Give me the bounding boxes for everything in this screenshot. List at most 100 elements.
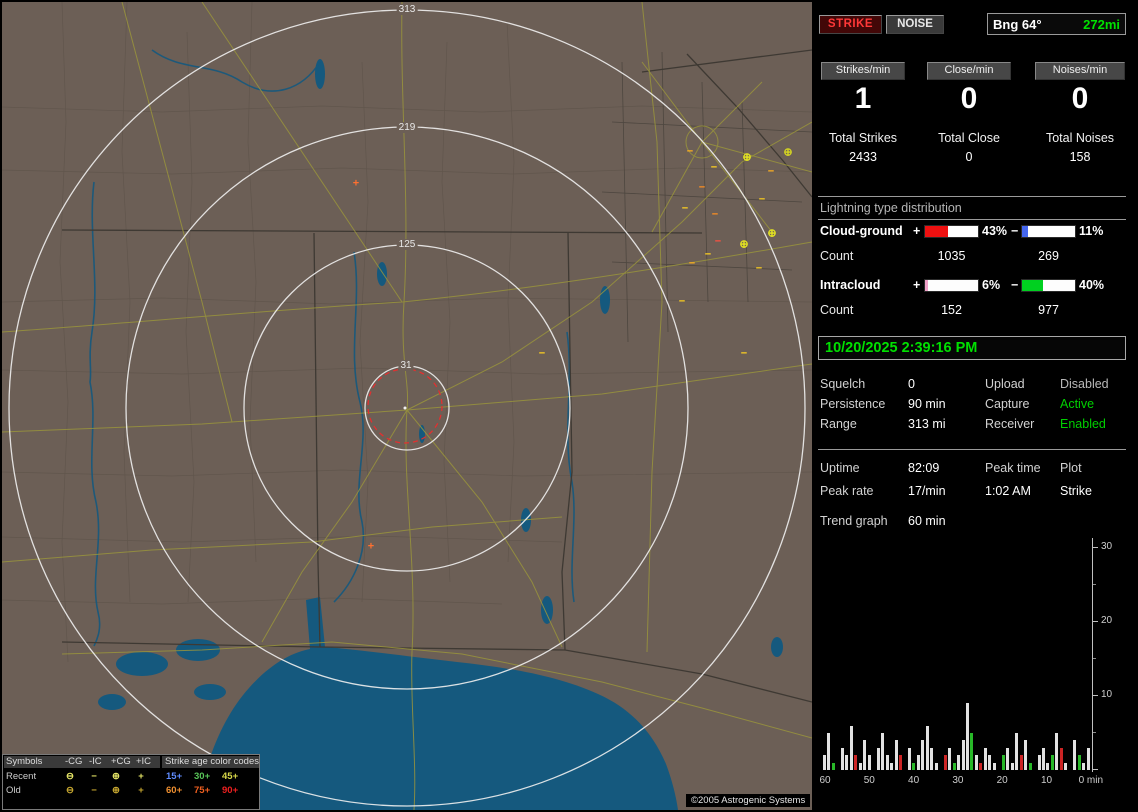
cg-plus-bar-fill [925,226,948,237]
noises-per-min-header[interactable]: Noises/min [1035,62,1125,80]
trend-bar [868,755,871,770]
trend-bar [966,703,969,770]
strike-symbol: − [768,167,774,178]
trend-bar [859,763,862,770]
neg-cg-recent-icon: ⊖ [63,771,77,783]
y-minor-tick [1093,732,1096,733]
x-tick-label: 20 [997,775,1008,786]
trend-bar [975,755,978,770]
trend-bar [886,755,889,770]
strike-symbol: − [756,264,762,275]
pos-ic-old-icon: + [134,785,148,797]
legend-old-label: Old [6,785,21,797]
trend-bar [845,755,848,770]
trend-bar [917,755,920,770]
total-close-label: Total Close [927,131,1011,145]
persistence-label: Persistence [820,397,885,411]
trend-bar [1051,755,1054,770]
trend-bar [944,755,947,770]
total-strikes-value: 2433 [821,150,905,164]
strike-symbol: − [711,163,717,174]
trend-bar [1024,740,1027,770]
cg-plus-pct: 43% [982,224,1007,238]
receiver-status: Enabled [1060,417,1106,431]
age-code-90: 90+ [222,785,238,797]
cg-plus-count: 1035 [924,249,979,263]
legend-recent-label: Recent [6,771,36,783]
trend-bar [926,726,929,770]
strike-symbol: − [699,183,705,194]
trend-bar [832,763,835,770]
trend-bar [881,733,884,770]
strike-symbol: − [712,210,718,221]
noise-mode-button[interactable]: NOISE [886,15,944,34]
legend-col-pos-ic: +IC [136,756,151,768]
y-minor-tick [1093,658,1096,659]
uptime-value: 82:09 [908,461,939,475]
strike-symbol: − [705,250,711,261]
strike-symbol: + [368,542,374,553]
distribution-title: Lightning type distribution [820,201,962,215]
close-per-min-header[interactable]: Close/min [927,62,1011,80]
trend-bar [1015,733,1018,770]
total-close-value: 0 [927,150,1011,164]
capture-label: Capture [985,397,1029,411]
x-tick-label: 30 [952,775,963,786]
trend-bar [1002,755,1005,770]
strike-symbol: ⊕ [767,229,776,240]
neg-ic-recent-icon: − [87,771,101,783]
trend-graph-label: Trend graph [820,514,888,528]
strikes-per-min-header[interactable]: Strikes/min [821,62,905,80]
trend-bar [1020,755,1023,770]
trend-bar [970,733,973,770]
trend-bar [921,740,924,770]
legend-age-header: Strike age color codes [165,756,259,768]
cg-minus-bar-fill [1022,226,1028,237]
trend-bar [877,748,880,770]
trend-bar [1073,740,1076,770]
ic-plus-bar [924,279,979,292]
upload-label: Upload [985,377,1025,391]
y-tick-10 [1093,695,1098,696]
peak-rate-value: 17/min [908,484,946,498]
trend-bar [895,740,898,770]
trend-bar [1078,755,1081,770]
trend-bar [953,763,956,770]
x-tick-label: 40 [908,775,919,786]
strike-symbol: − [741,349,747,360]
ic-minus-bar [1021,279,1076,292]
bearing-label: Bng 64° [993,17,1042,32]
y-tick-label-10: 10 [1101,689,1112,700]
x-tick-label: 60 [819,775,830,786]
pos-cg-recent-icon: ⊕ [109,771,123,783]
range-value: 313 mi [908,417,946,431]
trend-bar [1006,748,1009,770]
trend-bars [823,540,1092,770]
trend-bar [1011,763,1014,770]
x-tick-label: 0 min [1079,775,1103,786]
squelch-value: 0 [908,377,915,391]
bearing-distance: 272mi [1083,17,1120,32]
ic-minus-count: 977 [1021,303,1076,317]
sidebar: STRIKE NOISE Bng 64° 272mi Strikes/min C… [815,0,1138,812]
trend-bar [890,763,893,770]
neg-ic-old-icon: − [87,785,101,797]
y-tick-0 [1093,769,1098,770]
total-noises-label: Total Noises [1035,131,1125,145]
noises-per-min-value: 0 [1035,83,1125,115]
strike-map[interactable]: 313 219 125 31 ++−−⊕−⊕−−−⊕−−⊕−−−−−− Symb… [2,2,812,810]
count-label: Count [820,303,853,317]
capture-status: Active [1060,397,1094,411]
squelch-label: Squelch [820,377,865,391]
trend-bar [841,748,844,770]
age-code-30: 30+ [194,771,210,783]
trend-bar [948,748,951,770]
trend-bar [957,755,960,770]
pos-cg-old-icon: ⊕ [109,785,123,797]
strike-mode-button[interactable]: STRIKE [819,15,882,34]
minus-sign: − [1011,278,1018,292]
plus-sign: + [913,224,920,238]
ic-plus-pct: 6% [982,278,1000,292]
cg-minus-bar [1021,225,1076,238]
trend-bar [984,748,987,770]
